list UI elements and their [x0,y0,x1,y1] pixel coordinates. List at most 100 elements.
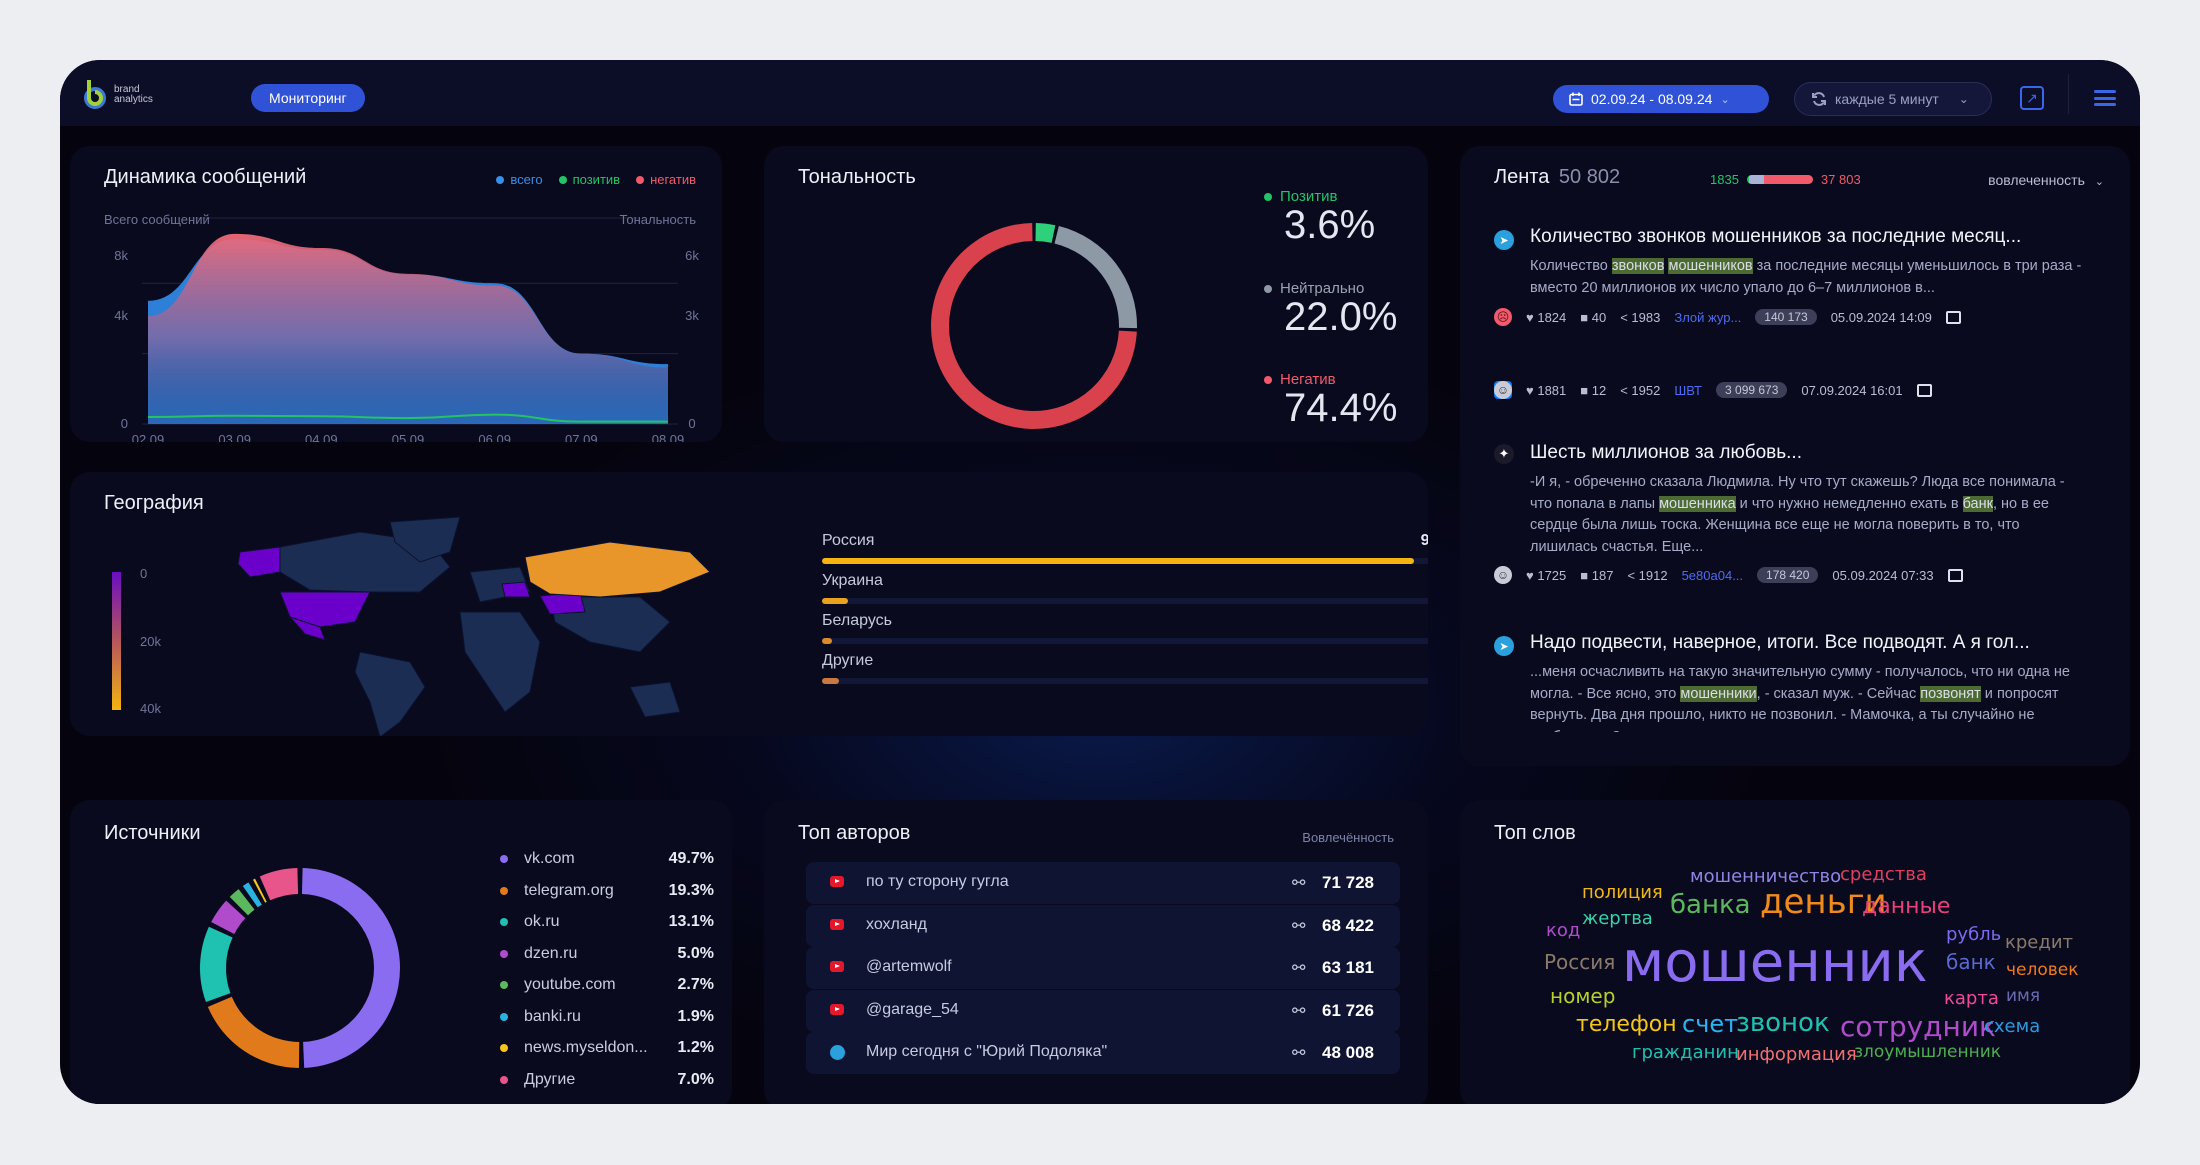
author-engagement: 63 181 [1322,958,1374,977]
word-cloud-word[interactable]: счет [1682,1010,1738,1038]
chevron-down-icon: ⌄ [2094,176,2104,188]
word-cloud-word[interactable]: гражданин [1632,1042,1739,1063]
feed-item[interactable]: vk ☺ ♥ 1881 ■ 12 < 1952 ШВТ 3 099 673 07… [1494,381,2098,407]
telegram-icon [830,1045,845,1060]
youtube-icon [830,918,844,930]
source-value: 1.9% [677,1007,714,1025]
source-value: 19.3% [668,881,714,899]
feed-item-title[interactable]: Надо подвести, наверное, итоги. Все подв… [1530,632,2098,654]
feed-sort-select[interactable]: вовлеченность ⌄ [1988,172,2104,188]
left-axis-label: Всего сообщений [104,212,210,227]
map-africa [459,611,541,713]
word-cloud-word[interactable]: телефон [1576,1012,1677,1037]
source-name: telegram.org [524,881,614,899]
feed-item-author[interactable]: ШВТ [1674,383,1702,398]
feed-item-title[interactable]: Шесть миллионов за любовь... [1530,442,2100,464]
refresh-icon [1812,92,1826,106]
geo-row-track [822,638,1428,644]
author-row[interactable]: хохланд ⚯ 68 422 [806,904,1400,947]
feed-item-body: -И я, - обреченно сказала Людмила. Ну чт… [1530,474,2065,555]
word-cloud-word[interactable]: человек [2006,960,2079,980]
source-value: 1.2% [677,1039,714,1056]
word-cloud-word[interactable]: полиция [1582,882,1663,903]
feed-bar-neutral [1749,175,1764,184]
author-name: Мир сегодня с "Юрий Подоляка" [866,1043,1108,1060]
source-segment[interactable] [207,996,300,1068]
source-segment[interactable] [301,868,400,1068]
date-range-value: 02.09.24 - 08.09.24 [1591,91,1713,107]
share-icon: ⚯ [1292,1045,1306,1062]
audience-badge: 3 099 673 [1716,382,1788,398]
map-usa [279,591,371,628]
youtube-icon [830,876,844,887]
share-icon: ⚯ [1292,960,1306,977]
word-cloud-word[interactable]: карта [1944,988,1999,1009]
feed-negative-count: 37 803 [1820,172,1861,187]
word-cloud-word[interactable]: кредит [2005,932,2073,953]
word-cloud-word[interactable]: Россия [1544,950,1615,974]
feed-sentiment-summary: 1835 37 803 [1710,172,1861,187]
feed-item-date: 07.09.2024 16:01 [1801,382,1903,398]
source-name: vk.com [524,850,575,867]
expand-icon[interactable]: ↗ [2020,86,2044,110]
source-segment[interactable] [200,926,233,1002]
geo-row-label: Беларусь [822,612,892,629]
word-cloud-word[interactable]: данные [1862,894,1950,919]
mail-icon[interactable] [1916,383,1932,397]
tonality-donut [931,223,1137,429]
feed-item[interactable]: ➤ Надо подвести, наверное, итоги. Все по… [1494,632,2098,732]
top-authors-title: Топ авторов [798,822,911,844]
word-cloud-word[interactable]: злоумышленник [1854,1042,2001,1062]
author-row[interactable]: @artemwolf ⚯ 63 181 [806,947,1400,989]
neutral-sentiment-icon: ☺ [1494,381,1512,399]
author-row[interactable]: @garage_54 ⚯ 61 726 [806,989,1400,1032]
world-map[interactable] [220,512,740,736]
tonality-segment[interactable] [1054,226,1137,329]
word-cloud-word[interactable]: банк [1946,950,1996,974]
word-cloud-word[interactable]: рубль [1946,924,2001,945]
author-name: хохланд [866,915,927,933]
geo-row-label: Украина [822,572,883,589]
tonality-segment[interactable] [1035,223,1056,243]
word-cloud-word[interactable]: код [1546,920,1580,941]
word-cloud-word[interactable]: информация [1736,1044,1857,1065]
feed-item-meta: ☹ ♥ 1824 ■ 40 < 1983 Злой жур... 140 173… [1494,308,1961,326]
author-name: по ту сторону гугла [866,873,1009,890]
feed-item-author[interactable]: 5e80a04... [1682,568,1743,583]
feed-item-author[interactable]: Злой жур... [1674,310,1741,325]
logo-line-2: analytics [114,94,153,105]
feed-item[interactable]: ➤ Количество звонков мошенников за после… [1494,226,2098,326]
feed-panel: Лента 50 802 1835 37 803 вовлеченность ⌄… [1460,146,2130,766]
map-russia [524,541,711,598]
word-cloud-word[interactable]: мошенник [1622,930,1928,995]
share-icon: ⚯ [1292,875,1306,892]
author-row[interactable]: Мир сегодня с "Юрий Подоляка" ⚯ 48 008 [806,1032,1400,1074]
source-value: 5.0% [677,944,714,962]
map-alaska [237,546,281,578]
source-segment[interactable] [259,868,299,901]
word-cloud-word[interactable]: сотрудник [1840,1010,1996,1043]
youtube-icon [830,961,844,972]
word-cloud-word[interactable]: имя [2006,986,2040,1006]
mail-icon[interactable] [1947,568,1963,582]
x-tick: 07.09 [565,432,598,442]
top-authors-sort[interactable]: Вовлечённость [1302,830,1394,845]
y-tick-left: 4k [114,308,128,323]
author-row[interactable]: по ту сторону гугла ⚯ 71 728 [806,862,1400,904]
word-cloud-word[interactable]: звонок [1736,1008,1830,1038]
feed-item[interactable]: ✦ Шесть миллионов за любовь... -И я, - о… [1494,442,2100,584]
word-cloud-word[interactable]: номер [1550,984,1615,1008]
x-tick: 03.09 [218,432,251,442]
feed-item-title[interactable]: Количество звонков мошенников за последн… [1530,226,2100,248]
word-cloud-word[interactable]: жертва [1582,908,1653,929]
brand-logo[interactable]: brand analytics [80,78,153,112]
word-cloud-word[interactable]: банка [1670,890,1751,920]
mail-icon[interactable] [1945,310,1961,324]
feed-item-meta: ☺ ♥ 1881 ■ 12 < 1952 ШВТ 3 099 673 07.09… [1494,381,1932,399]
source-name: ok.ru [524,913,560,930]
date-range-picker[interactable]: 02.09.24 - 08.09.24 ⌄ [1553,85,1769,113]
monitoring-nav-button[interactable]: Мониторинг [251,84,365,112]
word-cloud-word[interactable]: схема [1984,1016,2040,1037]
hamburger-menu-icon[interactable] [2094,90,2116,106]
refresh-interval-select[interactable]: каждые 5 минут ⌄ [1794,82,1992,116]
